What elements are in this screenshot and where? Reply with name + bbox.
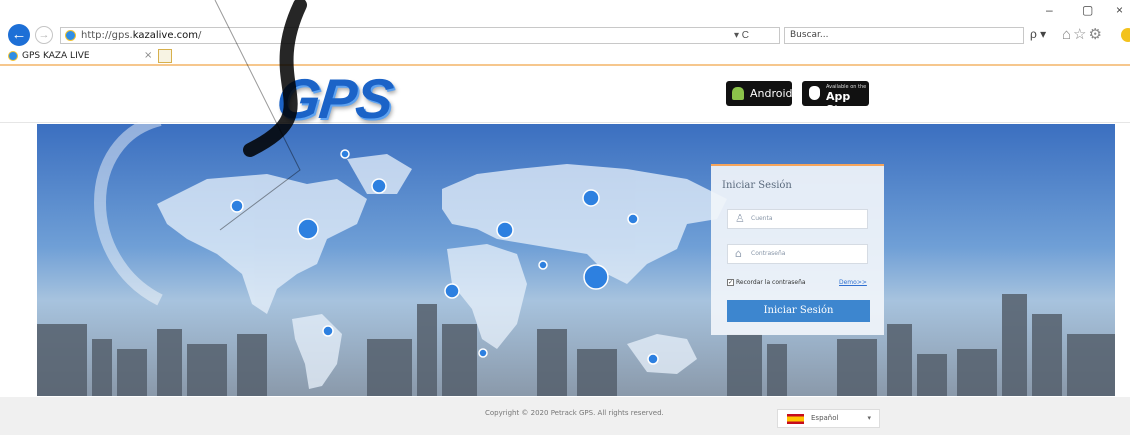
password-field[interactable]: ⌂ Contraseña bbox=[727, 244, 868, 264]
appstore-label: App Store bbox=[826, 90, 860, 116]
url-domain: kazalive.com bbox=[132, 30, 199, 41]
new-tab-button[interactable] bbox=[158, 49, 172, 63]
world-map-graphic bbox=[37, 149, 1115, 396]
back-arrow-icon[interactable]: ← bbox=[8, 24, 30, 46]
remember-label: Recordar la contraseña bbox=[736, 279, 806, 286]
search-input[interactable]: Buscar... bbox=[784, 27, 1024, 44]
feedback-smiley-icon[interactable] bbox=[1121, 28, 1130, 42]
login-button[interactable]: Iniciar Sesión bbox=[727, 300, 870, 322]
minimize-button[interactable]: – bbox=[1046, 3, 1053, 17]
site-header: GPS Android Available on the App Store bbox=[0, 66, 1130, 130]
login-panel: Iniciar Sesión ♙ Cuenta ⌂ Contraseña ✓ Re… bbox=[711, 164, 884, 335]
site-footer: Copyright © 2020 Petrack GPS. All rights… bbox=[0, 397, 1130, 435]
android-label: Android bbox=[750, 87, 793, 100]
refresh-icon[interactable]: ▾ C bbox=[734, 27, 780, 44]
tab-title: GPS KAZA LIVE bbox=[22, 51, 90, 61]
url-suffix: / bbox=[198, 30, 202, 41]
android-icon bbox=[732, 87, 744, 100]
gps-logo: GPS bbox=[273, 67, 396, 130]
spain-flag-icon bbox=[787, 414, 804, 424]
remember-password-checkbox[interactable]: ✓ Recordar la contraseña bbox=[727, 279, 806, 286]
lock-icon: ⌂ bbox=[735, 247, 742, 260]
browser-chrome: – ▢ × ← → http://gps.kazalive.com/ ▾ C B… bbox=[0, 0, 1130, 47]
account-placeholder: Cuenta bbox=[751, 215, 773, 222]
password-placeholder: Contraseña bbox=[751, 250, 786, 257]
user-icon: ♙ bbox=[735, 212, 745, 225]
address-bar[interactable]: http://gps.kazalive.com/ bbox=[60, 27, 780, 44]
account-field[interactable]: ♙ Cuenta bbox=[727, 209, 868, 229]
language-label: Español bbox=[811, 414, 839, 422]
home-favorites-settings-icons[interactable]: ⌂☆⚙ bbox=[1062, 25, 1104, 43]
appstore-download-button[interactable]: Available on the App Store bbox=[802, 81, 869, 116]
chevron-down-icon: ▾ bbox=[867, 414, 871, 422]
checkbox-checked-icon[interactable]: ✓ bbox=[727, 279, 734, 286]
search-icon[interactable]: ρ ▾ bbox=[1030, 27, 1046, 41]
hero-banner-world-map bbox=[37, 124, 1115, 396]
tab-close-icon[interactable]: × bbox=[144, 48, 152, 64]
apple-icon bbox=[809, 86, 820, 100]
tab-gps-kaza-live[interactable]: GPS KAZA LIVE × bbox=[6, 48, 156, 64]
restore-button[interactable]: ▢ bbox=[1082, 3, 1093, 17]
copyright-text: Copyright © 2020 Petrack GPS. All rights… bbox=[485, 409, 664, 417]
ie-tab-icon bbox=[8, 51, 18, 61]
android-download-button[interactable]: Android bbox=[726, 81, 793, 106]
url-prefix: http://gps. bbox=[81, 30, 133, 41]
login-title: Iniciar Sesión bbox=[722, 180, 792, 191]
close-window-button[interactable]: × bbox=[1116, 3, 1123, 17]
ie-page-icon bbox=[65, 30, 76, 41]
language-select[interactable]: Español ▾ bbox=[777, 409, 880, 428]
demo-link[interactable]: Demo>> bbox=[839, 279, 867, 286]
forward-arrow-icon[interactable]: → bbox=[35, 26, 53, 44]
